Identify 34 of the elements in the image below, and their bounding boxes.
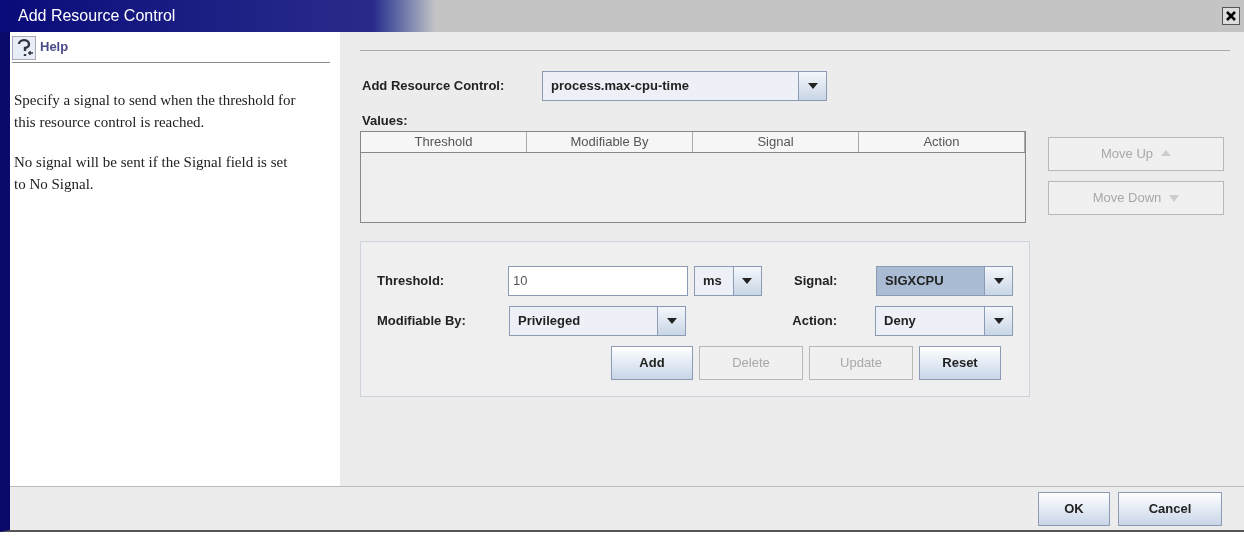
action-button[interactable]: Reset xyxy=(919,345,1001,380)
down-arrow-icon xyxy=(1169,193,1180,202)
close-button[interactable] xyxy=(1222,7,1240,25)
help-text: No signal will be sent if the Signal field is set to No Signal. xyxy=(14,153,289,194)
close-icon xyxy=(1226,11,1236,21)
unit-dropdown[interactable]: ms xyxy=(694,265,762,296)
action-dropdown[interactable]: Deny xyxy=(875,305,1013,336)
dialog-button[interactable]: Cancel xyxy=(1118,491,1222,526)
help-icon[interactable] xyxy=(12,36,36,60)
resource-control-dropdown[interactable]: process.max-cpu-time xyxy=(542,71,827,101)
help-text: Specify a signal to send when the threshold for this resource control is reached. xyxy=(14,91,297,132)
caret-icon xyxy=(993,277,1004,284)
caret-icon xyxy=(742,277,753,284)
field-label: Add Resource Control: xyxy=(362,77,506,96)
column-header[interactable]: Action xyxy=(859,131,1025,152)
modifiable-by-dropdown[interactable]: Privileged xyxy=(509,305,687,336)
column-header[interactable]: Signal xyxy=(693,131,859,152)
field-label: Modifiable By: xyxy=(377,311,467,330)
field-label: Threshold: xyxy=(377,271,446,290)
caret-icon xyxy=(993,317,1004,324)
signal-dropdown[interactable]: SIGXCPU xyxy=(876,265,1013,296)
field-label: Values: xyxy=(361,112,409,130)
caret-icon xyxy=(807,83,818,89)
help-title: Help xyxy=(40,37,69,56)
window-title: Add Resource Control xyxy=(17,6,177,26)
field-label: Signal: xyxy=(794,271,839,290)
up-arrow-icon xyxy=(1161,149,1171,158)
threshold-field[interactable]: 10 xyxy=(508,265,688,296)
column-header[interactable]: Modifiable By xyxy=(527,131,693,152)
caret-icon xyxy=(666,317,677,324)
field-label: Action: xyxy=(792,311,839,330)
action-button[interactable]: Add xyxy=(611,345,693,380)
column-header[interactable]: Threshold xyxy=(361,131,527,152)
dialog-button[interactable]: OK xyxy=(1038,491,1110,526)
